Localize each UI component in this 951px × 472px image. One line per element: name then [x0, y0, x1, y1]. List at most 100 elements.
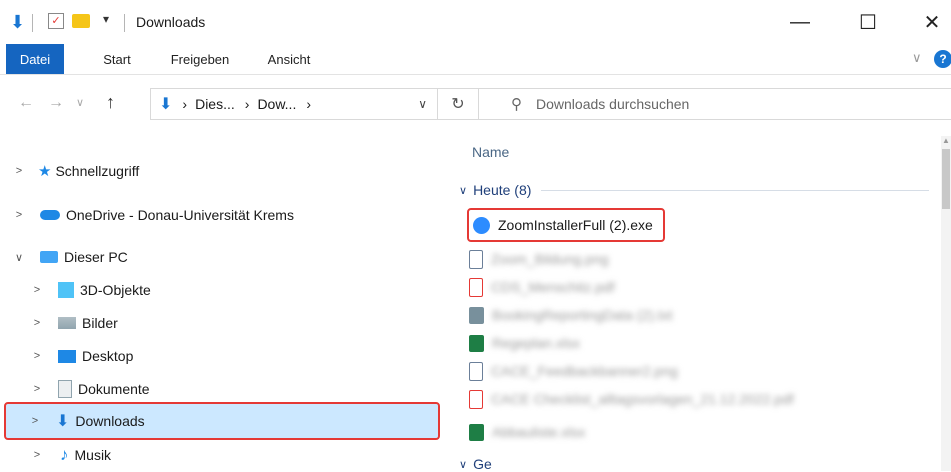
- column-header-name[interactable]: Name: [472, 144, 509, 160]
- file-name: Abbauliste.xlsx: [492, 424, 586, 440]
- up-icon[interactable]: ↑: [106, 92, 115, 113]
- vertical-scrollbar[interactable]: ▲: [941, 136, 951, 471]
- file-row[interactable]: BookingReportingData (2).txt: [469, 301, 673, 329]
- group-label: Ge: [473, 456, 492, 472]
- address-dropdown-icon[interactable]: ∨: [418, 97, 427, 111]
- pictures-icon: [58, 317, 76, 329]
- chevron-right-icon[interactable]: >: [12, 209, 26, 221]
- file-name: Regeplan.xlsx: [492, 335, 580, 351]
- chevron-right-icon[interactable]: >: [30, 350, 44, 362]
- chevron-right-icon[interactable]: >: [30, 284, 44, 296]
- file-name: CACE_Feedbackbanner2.png: [491, 363, 678, 379]
- file-row[interactable]: Abbauliste.xlsx: [469, 418, 585, 446]
- chevron-down-icon[interactable]: ∨: [459, 458, 467, 471]
- recent-locations-icon[interactable]: ∨: [76, 96, 84, 109]
- address-row: ← → ∨ ↑ ⬇ › Dies... › Dow... › ∨ ↻ ⚲ Dow…: [0, 80, 951, 124]
- help-icon[interactable]: ?: [934, 50, 951, 68]
- file-row[interactable]: CACE_Feedbackbanner2.png: [469, 357, 678, 385]
- file-row[interactable]: CACE Checklist_alltagsvorlagen_21.12.202…: [469, 385, 794, 413]
- scroll-up-icon[interactable]: ▲: [941, 136, 951, 145]
- tab-datei[interactable]: Datei: [6, 44, 64, 74]
- chevron-right-icon[interactable]: >: [30, 383, 44, 395]
- chevron-right-icon[interactable]: >: [30, 449, 44, 461]
- window-title: Downloads: [136, 14, 206, 30]
- nav-item-label: Desktop: [82, 348, 134, 364]
- search-icon: ⚲: [511, 96, 522, 113]
- breadcrumb-downloads[interactable]: Dow...: [257, 96, 296, 112]
- nav-item-this-pc[interactable]: ∨ Dieser PC: [12, 242, 128, 272]
- chevron-down-icon[interactable]: ∨: [459, 184, 467, 197]
- tab-ansicht[interactable]: Ansicht: [258, 44, 320, 74]
- file-row-zoom-installer[interactable]: ZoomInstallerFull (2).exe: [467, 208, 665, 242]
- close-button[interactable]: ✕: [918, 8, 946, 36]
- file-name: CACE Checklist_alltagsvorlagen_21.12.202…: [491, 391, 794, 407]
- new-folder-icon[interactable]: [72, 14, 90, 28]
- nav-item-label: OneDrive - Donau-Universität Krems: [66, 207, 294, 223]
- back-icon[interactable]: ←: [18, 94, 34, 112]
- chevron-right-icon[interactable]: >: [28, 415, 42, 427]
- refresh-button[interactable]: ↻: [438, 88, 479, 120]
- file-name: CDS_Menschitz.pdf: [491, 279, 615, 295]
- group-header-earlier[interactable]: ∨ Ge: [459, 456, 492, 472]
- minimize-button[interactable]: —: [786, 8, 814, 36]
- pdf-icon: [469, 277, 483, 297]
- group-label: Heute (8): [473, 182, 532, 198]
- nav-item-label: Bilder: [82, 315, 118, 331]
- pdf-icon: [469, 389, 483, 409]
- nav-item-3d-objects[interactable]: > 3D-Objekte: [30, 275, 151, 305]
- breadcrumb-separator: ›: [182, 96, 188, 112]
- downloads-location-icon: ⬇: [159, 96, 173, 113]
- file-row[interactable]: Regeplan.xlsx: [469, 329, 580, 357]
- tab-start[interactable]: Start: [92, 44, 142, 74]
- properties-checkbox-icon[interactable]: ✓: [48, 13, 64, 29]
- nav-item-label: Downloads: [75, 413, 145, 429]
- maximize-button[interactable]: ☐: [854, 8, 882, 36]
- breadcrumb-this-pc[interactable]: Dies...: [195, 96, 235, 112]
- group-header-today[interactable]: ∨ Heute (8): [459, 182, 929, 198]
- search-input[interactable]: Downloads durchsuchen: [536, 96, 689, 112]
- nav-item-documents[interactable]: > Dokumente: [30, 374, 150, 404]
- tab-freigeben[interactable]: Freigeben: [164, 44, 236, 74]
- nav-item-onedrive[interactable]: > OneDrive - Donau-Universität Krems: [12, 200, 294, 230]
- title-bar: ⬇ ✓ ▾ Downloads — ☐ ✕: [0, 0, 951, 44]
- address-bar[interactable]: ⬇ › Dies... › Dow... › ∨: [150, 88, 438, 120]
- file-name: ZoomInstallerFull (2).exe: [498, 217, 653, 233]
- chevron-right-icon[interactable]: >: [12, 165, 26, 177]
- breadcrumb-separator: ›: [306, 96, 312, 112]
- nav-item-quick-access[interactable]: > ★ Schnellzugriff: [12, 156, 139, 186]
- documents-icon: [58, 380, 72, 398]
- customize-toolbar-dropdown-icon[interactable]: ▾: [103, 12, 109, 26]
- downloads-arrow-icon: ⬇: [10, 12, 26, 32]
- nav-item-music[interactable]: > ♪ Musik: [30, 440, 111, 470]
- nav-item-label: Dokumente: [78, 381, 150, 397]
- scrollbar-thumb[interactable]: [942, 149, 950, 209]
- file-row[interactable]: CDS_Menschitz.pdf: [469, 273, 615, 301]
- forward-icon[interactable]: →: [48, 94, 64, 112]
- nav-item-desktop[interactable]: > Desktop: [30, 341, 134, 371]
- expand-ribbon-icon[interactable]: ∨: [912, 50, 922, 66]
- nav-item-downloads[interactable]: > ⬇ Downloads: [4, 402, 440, 440]
- chevron-right-icon[interactable]: >: [30, 317, 44, 329]
- image-icon: [469, 249, 483, 269]
- computer-icon: [40, 251, 58, 263]
- nav-item-label: Musik: [74, 447, 112, 463]
- file-name: Zoom_Bildung.png: [491, 251, 609, 267]
- excel-icon: [469, 423, 484, 441]
- search-box[interactable]: ⚲ Downloads durchsuchen: [478, 88, 951, 120]
- file-list: Name ∨ Heute (8) ZoomInstallerFull (2).e…: [447, 124, 951, 472]
- separator: [32, 14, 33, 32]
- group-divider: [541, 189, 929, 191]
- file-row[interactable]: Zoom_Bildung.png: [469, 245, 609, 273]
- refresh-icon: ↻: [451, 96, 465, 113]
- nav-item-label: 3D-Objekte: [80, 282, 151, 298]
- chevron-down-icon[interactable]: ∨: [12, 251, 26, 264]
- generic-file-icon: [469, 306, 484, 324]
- nav-item-pictures[interactable]: > Bilder: [30, 308, 118, 338]
- file-name: BookingReportingData (2).txt: [492, 307, 673, 323]
- separator: [124, 14, 125, 32]
- star-icon: ★: [38, 163, 52, 180]
- image-icon: [469, 361, 483, 381]
- nav-item-label: Dieser PC: [64, 249, 128, 265]
- ribbon-tabs: Datei Start Freigeben Ansicht ∨ ?: [0, 44, 951, 75]
- cloud-icon: [40, 210, 60, 220]
